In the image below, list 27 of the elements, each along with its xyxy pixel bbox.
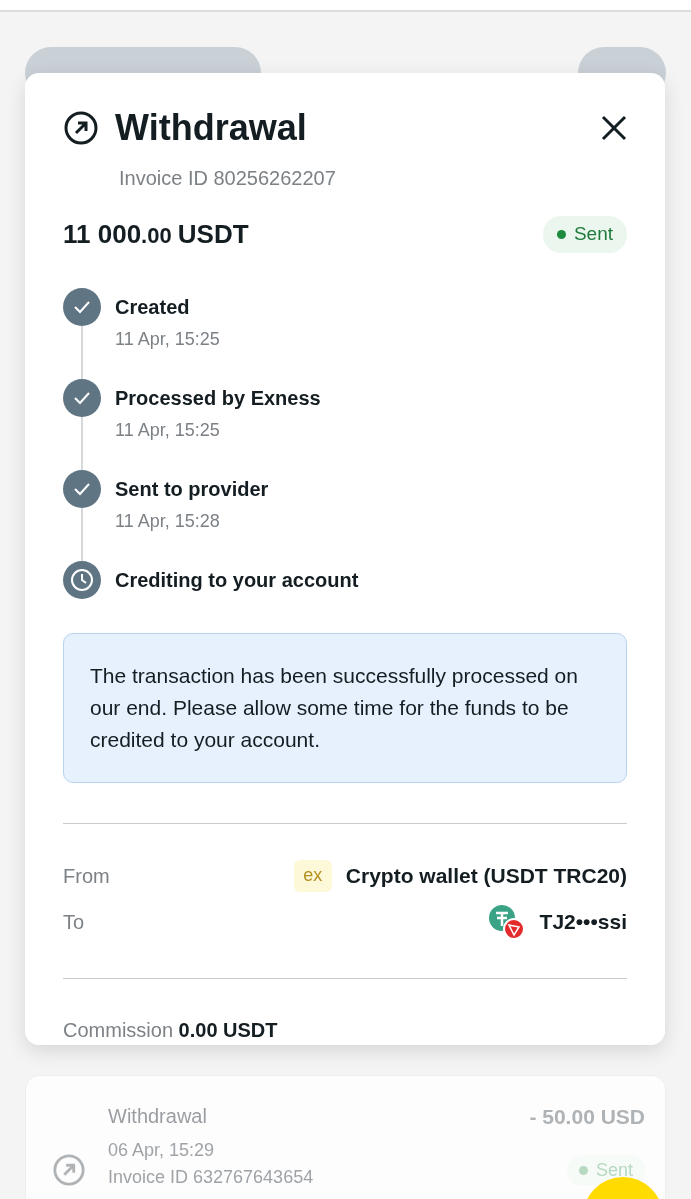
step-label: Crediting to your account [115, 568, 359, 593]
transaction-title: Withdrawal [108, 1104, 208, 1129]
step-time: 11 Apr, 15:25 [115, 328, 220, 351]
step-time: 11 Apr, 15:28 [115, 510, 221, 533]
info-message: The transaction has been successfully processed on our end. Please allow some time for the funds to be credited to your account. [63, 633, 627, 783]
invoice-id: Invoice ID 80256262207 [119, 166, 337, 191]
amount: 11 000.00 USDT [63, 218, 249, 251]
transaction-card[interactable]: Withdrawal 06 Apr, 15:29 Invoice ID 632767643654 - 50.00 USD Sent [25, 1075, 666, 1199]
close-icon[interactable] [601, 115, 627, 141]
arrow-up-right-circle-icon [63, 110, 99, 146]
coin-network-icon [487, 904, 526, 940]
status-badge: Sent [542, 216, 627, 253]
transaction-invoice: Invoice ID 632767643654 [108, 1166, 314, 1189]
arrow-up-right-circle-icon [52, 1153, 86, 1187]
step-label: Sent to provider [115, 477, 269, 502]
detail-value: TJ2•••ssi [539, 909, 627, 936]
transaction-date: 06 Apr, 15:29 [108, 1139, 216, 1162]
exchange-logo: ex [293, 860, 332, 892]
step-label: Processed by Exness [115, 386, 321, 411]
detail-value: Crypto wallet (USDT TRC20) [345, 863, 627, 890]
step-label: Created [115, 295, 191, 320]
transaction-amount: - 50.00 USD [529, 1104, 645, 1130]
step-time: 11 Apr, 15:25 [115, 419, 221, 442]
modal-title: Withdrawal [115, 106, 307, 150]
commission-text: Commission 0.00 USDT [63, 1018, 279, 1043]
detail-label: To [63, 910, 85, 935]
detail-label: From [63, 864, 110, 889]
